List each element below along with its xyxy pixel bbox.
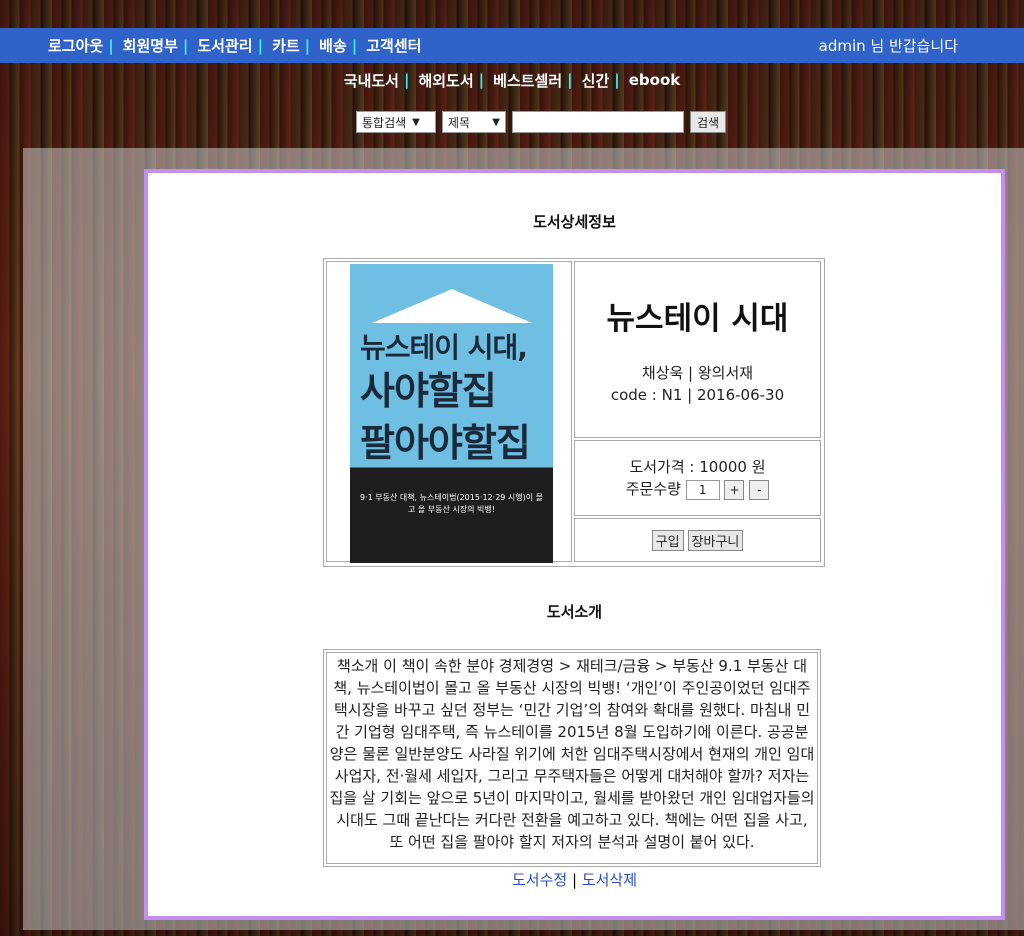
menu-separator: | — [403, 71, 410, 89]
quantity-plus-button[interactable]: + — [724, 479, 745, 500]
book-intro-box: 책소개 이 책이 속한 분야 경제경영 > 재테크/금융 > 부동산 9.1 부… — [323, 649, 821, 867]
menu-separator: | — [614, 71, 620, 89]
info-cell: 뉴스테이 시대 채상욱 | 왕의서재 code : N1 | 2016-06-3… — [574, 261, 821, 438]
menu-separator: | — [182, 36, 189, 55]
book-detail-panel: 도서상세정보 뉴스테이 시대, 사야할집 팔아야할집 9·1 부동산 대책, 뉴… — [144, 169, 1005, 920]
book-intro-text: 책소개 이 책이 속한 분야 경제경영 > 재테크/금융 > 부동산 9.1 부… — [326, 652, 818, 864]
category-domestic[interactable]: 국내도서 — [344, 70, 399, 91]
search-bar: 통합검색 ▼ 제목 ▼ 검색 — [356, 110, 727, 134]
menu-separator: | — [478, 71, 485, 89]
book-cover-image: 뉴스테이 시대, 사야할집 팔아야할집 9·1 부동산 대책, 뉴스테이법(20… — [350, 264, 553, 563]
member-list-link[interactable]: 회원명부 — [123, 35, 178, 56]
purchase-cell: 구입 장바구니 — [574, 518, 821, 562]
price-cell: 도서가격 : 10000 원 주문수량 1 + - — [574, 440, 821, 516]
category-bestseller[interactable]: 베스트셀러 — [493, 70, 562, 91]
code-date: code : N1 | 2016-06-30 — [610, 386, 785, 404]
menu-separator: | — [257, 36, 264, 55]
price-text: 도서가격 : 10000 원 — [629, 458, 766, 476]
edit-book-link[interactable]: 도서수정 — [512, 871, 567, 889]
book-detail-table: 뉴스테이 시대, 사야할집 팔아야할집 9·1 부동산 대책, 뉴스테이법(20… — [323, 258, 825, 567]
search-scope-value: 통합검색 — [362, 115, 407, 130]
dropdown-arrow-icon: ▼ — [412, 116, 420, 128]
quantity-row: 주문수량 1 + - — [626, 478, 770, 500]
buy-button[interactable]: 구입 — [651, 529, 684, 551]
category-navigation: 국내도서 | 해외도서 | 베스트셀러 | 신간 | ebook — [0, 68, 1024, 92]
category-ebook[interactable]: ebook — [629, 71, 681, 89]
category-new[interactable]: 신간 — [582, 70, 610, 91]
admin-actions: 도서수정 | 도서삭제 — [148, 869, 1001, 890]
search-field-select[interactable]: 제목 ▼ — [442, 111, 506, 133]
cover-title-line: 사야할집 — [360, 369, 497, 413]
delivery-link[interactable]: 배송 — [319, 35, 347, 56]
top-navigation-bar: 로그아웃 | 회원명부 | 도서관리 | 카트 | 배송 | 고객센터 admin 님 반… — [0, 28, 1024, 63]
quantity-input[interactable]: 1 — [685, 479, 720, 500]
author-publisher: 채상욱 | 왕의서재 — [641, 364, 754, 382]
logout-link[interactable]: 로그아웃 — [48, 35, 103, 56]
menu-separator: | — [304, 36, 311, 55]
cover-title-line: 팔아야할집 — [360, 421, 531, 465]
menu-separator: | — [351, 36, 358, 55]
book-title: 뉴스테이 시대 — [606, 301, 789, 337]
greeting-text: admin 님 반갑습니다 — [818, 37, 958, 55]
action-separator: | — [571, 871, 578, 889]
add-to-cart-button[interactable]: 장바구니 — [687, 529, 744, 551]
delete-book-link[interactable]: 도서삭제 — [582, 871, 637, 889]
quantity-label: 주문수량 — [625, 480, 681, 498]
search-field-value: 제목 — [448, 115, 471, 130]
top-menu: 로그아웃 | 회원명부 | 도서관리 | 카트 | 배송 | 고객센터 — [48, 28, 421, 63]
book-management-link[interactable]: 도서관리 — [197, 35, 252, 56]
search-input[interactable] — [512, 111, 684, 133]
cart-link[interactable]: 카트 — [272, 35, 300, 56]
menu-separator: | — [567, 71, 573, 89]
dropdown-arrow-icon: ▼ — [492, 116, 500, 128]
cover-cell: 뉴스테이 시대, 사야할집 팔아야할집 9·1 부동산 대책, 뉴스테이법(20… — [326, 261, 572, 563]
search-button[interactable]: 검색 — [690, 111, 727, 133]
category-foreign[interactable]: 해외도서 — [418, 70, 473, 91]
detail-heading: 도서상세정보 — [533, 213, 616, 231]
cover-tagline: 9·1 부동산 대책, 뉴스테이법(2015·12·29 시행)이 몰고 올 부… — [359, 493, 544, 514]
quantity-minus-button[interactable]: - — [749, 479, 770, 500]
house-roof-icon — [372, 289, 532, 323]
menu-separator: | — [108, 36, 114, 55]
intro-heading: 도서소개 — [546, 603, 603, 621]
search-scope-select[interactable]: 통합검색 ▼ — [356, 111, 436, 133]
customer-center-link[interactable]: 고객센터 — [366, 35, 421, 56]
